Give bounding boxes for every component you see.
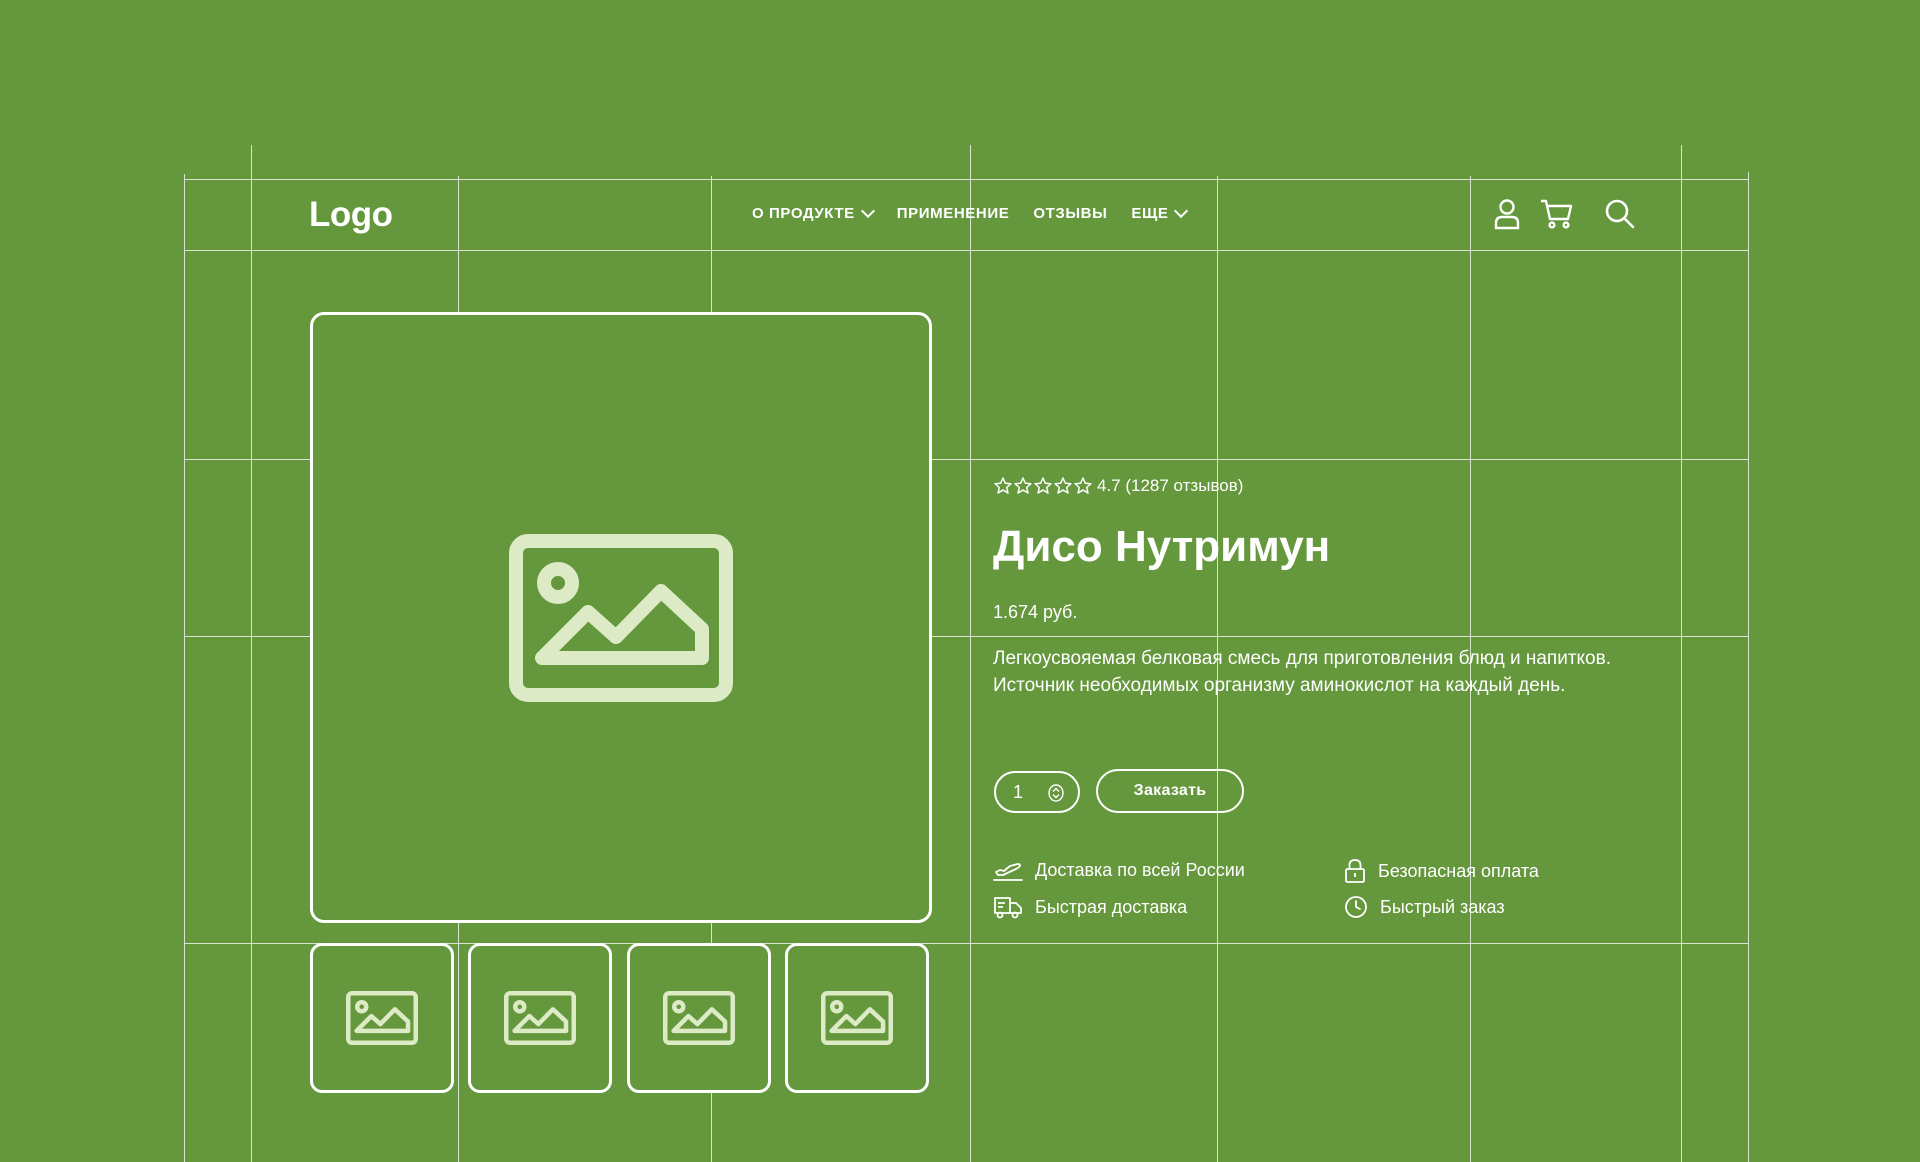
- product-price: 1.674 руб.: [993, 602, 1078, 622]
- lock-icon: [1345, 859, 1365, 883]
- order-button[interactable]: Заказать: [1096, 769, 1244, 813]
- nav-item-reviews[interactable]: ОТЗЫВЫ: [1033, 205, 1107, 222]
- clock-icon: [1345, 896, 1367, 918]
- thumbnail-4[interactable]: [785, 943, 929, 1093]
- product-title: Дисо Нутримун: [993, 522, 1331, 571]
- stepper-arrows-icon[interactable]: [1048, 784, 1064, 802]
- logo[interactable]: Logo: [309, 195, 393, 235]
- grid-line: [970, 145, 971, 1162]
- image-placeholder-icon: [821, 991, 893, 1045]
- truck-icon: [994, 897, 1022, 919]
- product-description: Легкоусвояемая белковая смесь для пригот…: [993, 648, 1611, 696]
- nav-item-label: О ПРОДУКТЕ: [752, 205, 855, 222]
- nav-item-label: ПРИМЕНЕНИЕ: [896, 205, 1010, 222]
- star-icon: [1034, 477, 1052, 494]
- grid-line: [1748, 172, 1749, 1162]
- thumbnail-1[interactable]: [310, 943, 454, 1093]
- main-product-image[interactable]: [310, 312, 932, 923]
- rating-text: 4.7 (1287 отзывов): [1097, 476, 1244, 495]
- feature-label: Безопасная оплата: [1378, 860, 1539, 881]
- image-placeholder-icon: [663, 991, 735, 1045]
- main-nav: О ПРОДУКТЕ ПРИМЕНЕНИЕ ОТЗЫВЫ ЕЩЕ: [752, 203, 1210, 222]
- feature-label: Быстрая доставка: [1035, 896, 1188, 917]
- rating[interactable]: 4.7 (1287 отзывов): [993, 476, 1243, 496]
- user-icon[interactable]: [1494, 198, 1520, 235]
- feature-fast-order: Быстрый заказ: [1344, 895, 1505, 919]
- grid-line: [184, 250, 1749, 251]
- feature-fast-delivery: Быстрая доставка: [993, 895, 1187, 919]
- image-placeholder-icon: [504, 991, 576, 1045]
- search-icon[interactable]: [1605, 198, 1635, 235]
- nav-item-usage[interactable]: ПРИМЕНЕНИЕ: [897, 205, 1010, 222]
- nav-item-label: ОТЗЫВЫ: [1033, 205, 1108, 222]
- grid-line: [184, 179, 1749, 180]
- nav-item-label: ЕЩЕ: [1131, 205, 1169, 222]
- star-icon: [1074, 477, 1092, 494]
- star-icon: [994, 477, 1012, 494]
- quantity-stepper[interactable]: 1: [994, 771, 1080, 813]
- grid-line: [1681, 145, 1682, 1162]
- chevron-down-icon: [860, 203, 875, 219]
- plane-icon: [993, 863, 1023, 881]
- grid-line: [184, 174, 185, 1162]
- grid-line: [251, 145, 252, 1162]
- nav-item-more[interactable]: ЕЩЕ: [1131, 203, 1189, 222]
- feature-label: Быстрый заказ: [1380, 896, 1505, 917]
- thumbnail-3[interactable]: [627, 943, 771, 1093]
- feature-delivery: Доставка по всей России: [993, 858, 1245, 882]
- feature-secure-payment: Безопасная оплата: [1344, 858, 1539, 884]
- rating-stars: [993, 476, 1093, 496]
- star-icon: [1014, 477, 1032, 494]
- cart-icon[interactable]: [1540, 198, 1574, 235]
- image-placeholder-icon: [509, 533, 733, 702]
- star-icon: [1054, 477, 1072, 494]
- quantity-value: 1: [1013, 781, 1024, 802]
- nav-item-about-product[interactable]: О ПРОДУКТЕ: [752, 203, 875, 222]
- feature-label: Доставка по всей России: [1035, 859, 1245, 880]
- chevron-down-icon: [1174, 203, 1189, 219]
- thumbnail-2[interactable]: [468, 943, 612, 1093]
- image-placeholder-icon: [346, 991, 418, 1045]
